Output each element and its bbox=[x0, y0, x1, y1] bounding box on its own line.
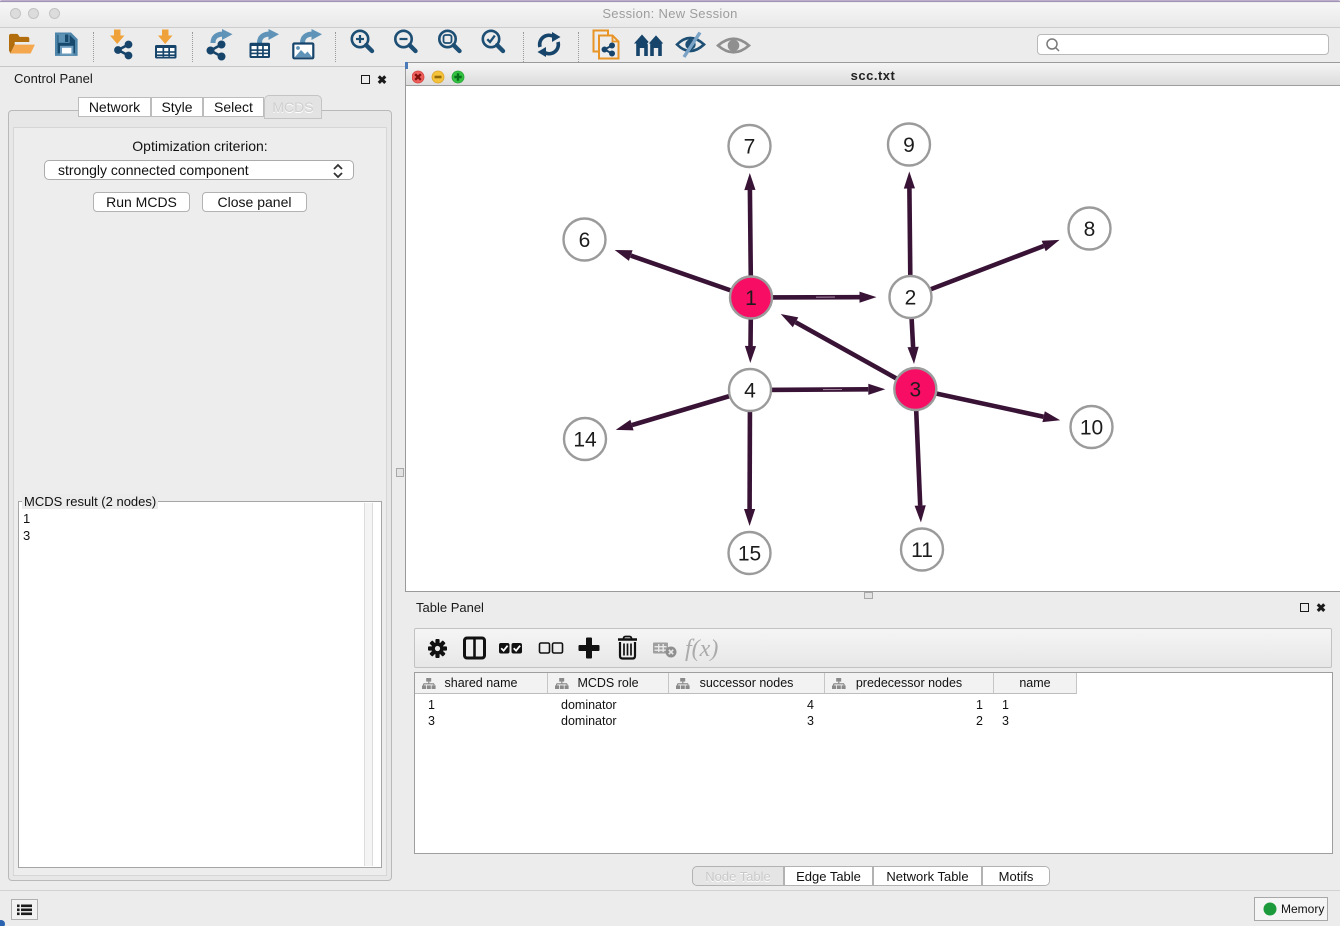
svg-text:f(x): f(x) bbox=[685, 636, 718, 662]
svg-text:4: 4 bbox=[744, 380, 756, 403]
svg-text:10: 10 bbox=[1080, 417, 1103, 440]
svg-text:6: 6 bbox=[579, 229, 591, 252]
svg-text:1: 1 bbox=[745, 287, 757, 310]
svg-text:3: 3 bbox=[909, 379, 921, 402]
svg-text:14: 14 bbox=[573, 429, 597, 452]
svg-text:11: 11 bbox=[911, 539, 933, 562]
svg-text:2: 2 bbox=[905, 287, 917, 310]
svg-text:15: 15 bbox=[738, 543, 761, 566]
svg-text:9: 9 bbox=[903, 134, 915, 157]
svg-text:8: 8 bbox=[1084, 218, 1096, 241]
svg-text:7: 7 bbox=[744, 136, 756, 159]
